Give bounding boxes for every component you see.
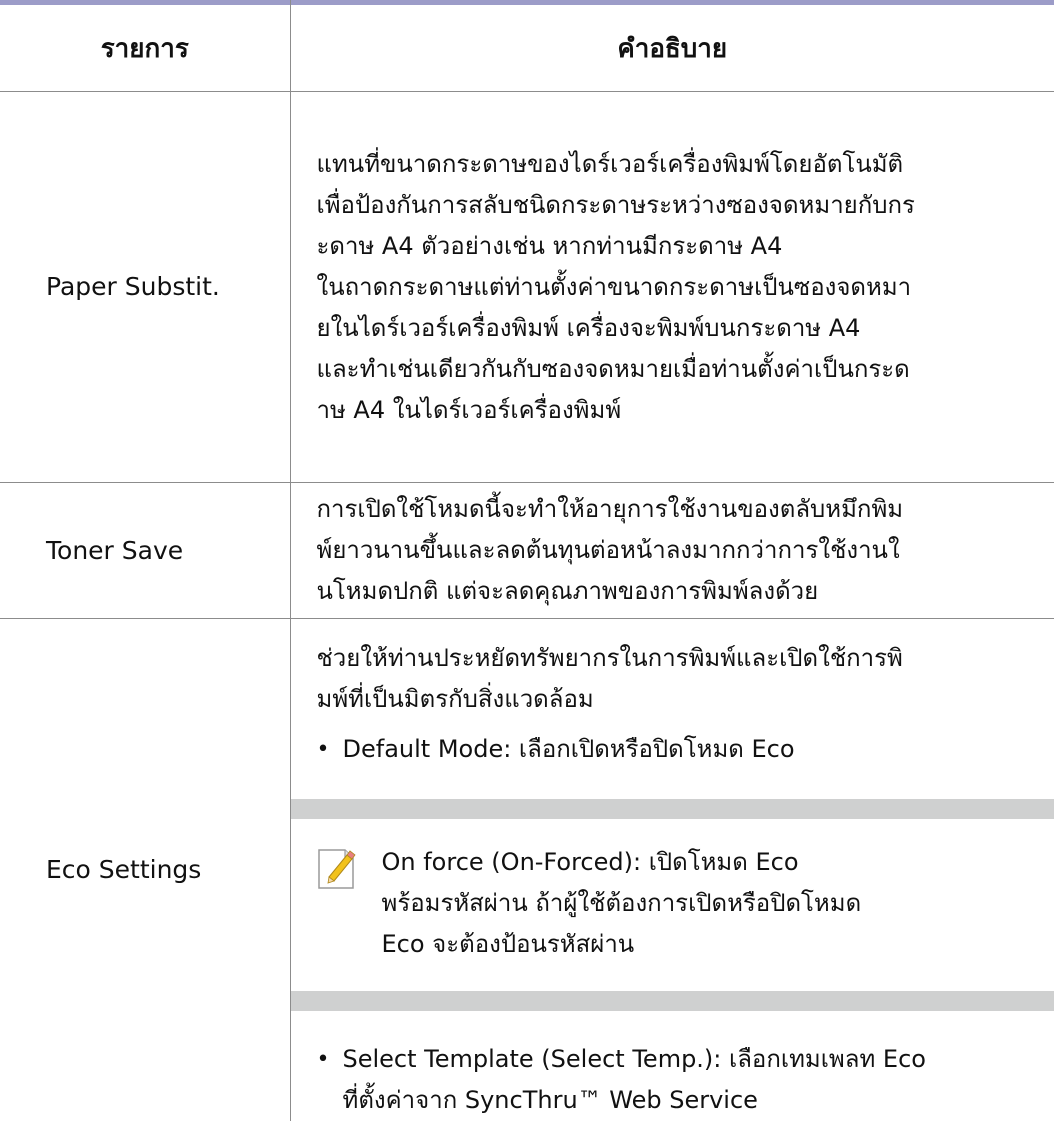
note-line: พร้อมรหัสผ่าน ถ้าผู้ใช้ต้องการเปิดหรือปิ… xyxy=(382,889,862,917)
select-template-text: เลือกเทมเพลท Eco xyxy=(721,1045,926,1073)
term-on-forced: On-Forced xyxy=(501,848,624,876)
description-line: การเปิดใช้โหมดนี้จะทำให้อายุการใช้งานของ… xyxy=(317,489,1045,530)
bullet-select-template: • Select Template (Select Temp.): เลือกเ… xyxy=(317,1039,1045,1121)
intro-line: มพ์ที่เป็นมิตรกับสิ่งแวดล้อม xyxy=(317,679,1045,720)
description-eco-settings: ช่วยให้ท่านประหยัดทรัพยากรในการพิมพ์และเ… xyxy=(290,619,1054,1121)
item-paper-substit: Paper Substit. xyxy=(0,92,290,483)
note-pencil-icon xyxy=(317,846,356,890)
term-default-mode: Default Mode: xyxy=(343,735,512,763)
table-row-paper-substit: Paper Substit. แทนที่ขนาดกระดาษของไดร์เว… xyxy=(0,92,1054,483)
bullet-dot: • xyxy=(317,729,343,770)
description-paper-substit: แทนที่ขนาดกระดาษของไดร์เวอร์เครื่องพิมพ์… xyxy=(290,92,1054,483)
header-item: รายการ xyxy=(0,0,290,92)
description-line: นโหมดปกติ แต่จะลดคุณภาพของการพิมพ์ลงด้วย xyxy=(317,571,1045,612)
header-description: คำอธิบาย xyxy=(290,0,1054,92)
table-row-toner-save: Toner Save การเปิดใช้โหมดนี้จะทำให้อายุก… xyxy=(0,483,1054,619)
bullet-dot: • xyxy=(317,1039,343,1080)
description-line: าษ A4 ในไดร์เวอร์เครื่องพิมพ์ xyxy=(317,390,1045,431)
item-toner-save: Toner Save xyxy=(0,483,290,619)
bullet-default-mode: • Default Mode: เลือกเปิดหรือปิดโหมด Eco xyxy=(317,729,1045,770)
description-line: และทำเช่นเดียวกันกับซองจดหมายเมื่อท่านตั… xyxy=(317,349,1045,390)
intro-line: ช่วยให้ท่านประหยัดทรัพยากรในการพิมพ์และเ… xyxy=(317,638,1045,679)
default-mode-text: เลือกเปิดหรือปิดโหมด Eco xyxy=(511,735,794,763)
description-line: แทนที่ขนาดกระดาษของไดร์เวอร์เครื่องพิมพ์… xyxy=(317,144,1045,185)
description-line: ในถาดกระดาษแต่ท่านตั้งค่าขนาดกระดาษเป็นซ… xyxy=(317,267,1045,308)
term-on-force: On force xyxy=(382,848,484,876)
description-line: พ์ยาวนานขึ้นและลดต้นทุนต่อหน้าลงมากกว่าก… xyxy=(317,530,1045,571)
item-eco-settings: Eco Settings xyxy=(0,619,290,1121)
select-template-line-2: ที่ตั้งค่าจาก SyncThru™ Web Service xyxy=(343,1086,758,1114)
description-line: เพื่อป้องกันการสลับชนิดกระดาษระหว่างซองจ… xyxy=(317,185,1045,226)
table-row-eco-settings: Eco Settings ช่วยให้ท่านประหยัดทรัพยากรใ… xyxy=(0,619,1054,1121)
description-line: ะดาษ A4 ตัวอย่างเช่น หากท่านมีกระดาษ A4 xyxy=(317,226,1045,267)
settings-table: รายการ คำอธิบาย Paper Substit. แทนที่ขนา… xyxy=(0,0,1054,1121)
term-select-template: Select Template (Select Temp.): xyxy=(343,1045,722,1073)
note-box: On force (On-Forced): เปิดโหมด Eco พร้อม… xyxy=(291,799,1054,1011)
table-header-row: รายการ คำอธิบาย xyxy=(0,0,1054,92)
description-toner-save: การเปิดใช้โหมดนี้จะทำให้อายุการใช้งานของ… xyxy=(290,483,1054,619)
note-line: Eco จะต้องป้อนรหัสผ่าน xyxy=(382,930,635,958)
description-line: ยในไดร์เวอร์เครื่องพิมพ์ เครื่องจะพิมพ์บ… xyxy=(317,308,1045,349)
